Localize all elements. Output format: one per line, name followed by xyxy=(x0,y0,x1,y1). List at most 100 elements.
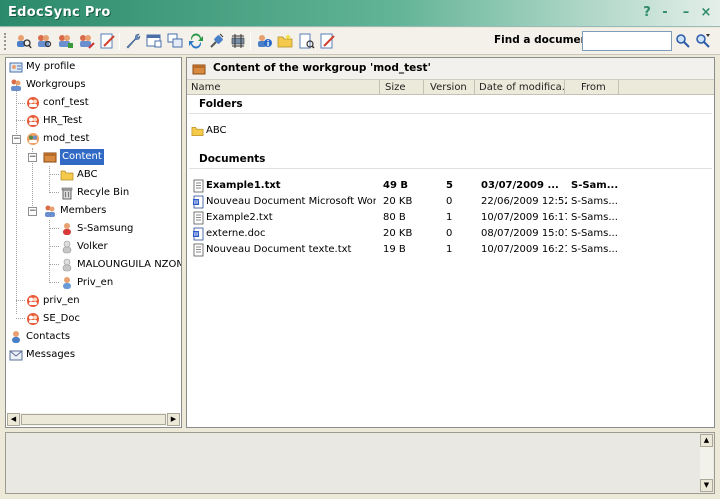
navigation-tree: My profile Workgroups conf_test HR_Test … xyxy=(5,57,182,428)
tree-line xyxy=(16,318,25,319)
tree-item-priv-en[interactable]: priv_en xyxy=(26,293,80,309)
find-document-input[interactable] xyxy=(582,31,672,51)
wrench-icon[interactable] xyxy=(124,32,142,50)
tree-item-label: HR_Test xyxy=(43,115,83,126)
document-from: S-Sam... xyxy=(571,180,619,191)
column-size[interactable]: Size xyxy=(380,80,424,95)
group-edit-icon[interactable] xyxy=(77,32,95,50)
group-add-icon[interactable] xyxy=(56,32,74,50)
user-blue-icon xyxy=(63,277,71,289)
document-row[interactable]: Wexterne.doc 20 KB 0 08/07/2009 15:01 S-Sams… xyxy=(187,226,714,242)
search-user-icon[interactable] xyxy=(14,32,32,50)
find-document-label: Find a document xyxy=(494,34,594,46)
tree-item-contacts[interactable]: Contacts xyxy=(9,329,70,345)
tree-item-hr-test[interactable]: HR_Test xyxy=(26,113,82,129)
text-file-icon xyxy=(193,243,204,257)
tree-line xyxy=(49,174,59,175)
tree-item-label: priv_en xyxy=(43,295,80,306)
tree-item-member-priv-en[interactable]: Priv_en xyxy=(60,275,113,291)
document-name: Nouveau Document Microsoft Wor... xyxy=(206,196,376,207)
window-icon[interactable] xyxy=(145,32,163,50)
edit-document-icon[interactable] xyxy=(98,32,116,50)
document-name: externe.doc xyxy=(206,228,266,239)
tree-item-my-profile[interactable]: My profile xyxy=(9,59,75,75)
document-version: 1 xyxy=(446,244,453,255)
document-size: 20 KB xyxy=(383,228,413,239)
column-version[interactable]: Version xyxy=(424,80,475,95)
edit-icon[interactable] xyxy=(318,32,336,50)
column-name[interactable]: Name xyxy=(187,80,380,95)
document-from: S-Sams... xyxy=(571,228,618,239)
search-group-icon[interactable] xyxy=(35,32,53,50)
user-info-icon[interactable] xyxy=(255,32,273,50)
tree-item-workgroups[interactable]: Workgroups xyxy=(9,77,86,93)
tree-item-member-volker[interactable]: Volker xyxy=(60,239,108,255)
tree-item-content[interactable]: Content xyxy=(43,149,104,165)
tree-item-member-malounguila[interactable]: MALOUNGUILA NZOM xyxy=(60,257,181,273)
tree-item-label: ABC xyxy=(77,169,98,180)
toolbar-grip[interactable] xyxy=(4,33,7,50)
column-from[interactable]: From xyxy=(565,80,619,95)
close-button[interactable]: × xyxy=(697,4,715,22)
restore-button[interactable]: – xyxy=(677,4,695,22)
scroll-thumb[interactable] xyxy=(21,414,166,425)
document-from: S-Sams... xyxy=(571,196,618,207)
network-icon[interactable] xyxy=(229,32,247,50)
toolbar-separator xyxy=(119,33,120,50)
content-panel: Content of the workgroup 'mod_test' Name… xyxy=(186,57,715,428)
scroll-left-arrow-icon[interactable]: ◀ xyxy=(7,413,20,426)
collapse-mod-test-toggle[interactable]: − xyxy=(12,135,21,144)
user-grey-icon xyxy=(62,258,72,272)
help-button[interactable]: ? xyxy=(638,4,656,22)
tree-item-members[interactable]: Members xyxy=(43,203,106,219)
members-icon xyxy=(45,205,55,217)
copy-windows-icon[interactable] xyxy=(166,32,184,50)
column-header: Name Size Version Date of modifica... Fr… xyxy=(187,80,714,95)
minimize-button[interactable]: - xyxy=(656,4,674,22)
sync-icon[interactable] xyxy=(187,32,205,50)
section-divider xyxy=(189,168,712,169)
tree-item-se-doc[interactable]: SE_Doc xyxy=(26,311,80,327)
plug-icon[interactable] xyxy=(208,32,226,50)
document-size: 49 B xyxy=(383,180,409,191)
collapse-content-toggle[interactable]: − xyxy=(28,153,37,162)
column-date[interactable]: Date of modifica... xyxy=(475,80,565,95)
tree-line xyxy=(16,103,25,104)
workgroup-icon xyxy=(27,295,39,307)
document-from: S-Sams... xyxy=(571,244,618,255)
tree-item-conf-test[interactable]: conf_test xyxy=(26,95,89,111)
svg-text:W: W xyxy=(194,232,199,238)
scroll-up-arrow-icon[interactable]: ▲ xyxy=(700,434,713,447)
tree-item-recycle-bin[interactable]: Recyle Bin xyxy=(60,185,129,201)
tree-item-label: Recyle Bin xyxy=(77,187,130,198)
documents-section-label: Documents xyxy=(199,153,266,165)
document-row[interactable]: Example1.txt 49 B 5 03/07/2009 ... S-Sam... xyxy=(187,178,714,194)
scroll-right-arrow-icon[interactable]: ▶ xyxy=(167,413,180,426)
tree-item-mod-test[interactable]: mod_test xyxy=(26,131,89,147)
document-row[interactable]: Nouveau Document texte.txt 19 B 1 10/07/200… xyxy=(187,242,714,258)
workgroup-icon xyxy=(27,97,39,109)
scroll-down-arrow-icon[interactable]: ▼ xyxy=(700,479,713,492)
document-date: 22/06/2009 12:52 xyxy=(481,196,567,207)
status-vertical-scrollbar[interactable]: ▲ ▼ xyxy=(700,434,713,492)
tree-horizontal-scrollbar[interactable]: ◀ ▶ xyxy=(7,413,180,426)
new-document-icon[interactable] xyxy=(297,32,315,50)
folder-row[interactable]: ABC xyxy=(187,123,714,139)
tree-item-label: Volker xyxy=(77,241,108,252)
search-icon[interactable] xyxy=(675,33,691,49)
tree-item-messages[interactable]: Messages xyxy=(9,347,75,363)
tree-item-label: mod_test xyxy=(43,133,90,144)
collapse-members-toggle[interactable]: − xyxy=(28,207,37,216)
document-name: Example1.txt xyxy=(206,180,281,191)
advanced-search-icon[interactable] xyxy=(695,33,711,49)
document-version: 1 xyxy=(446,212,453,223)
tree-item-abc[interactable]: ABC xyxy=(60,167,98,183)
text-file-icon xyxy=(193,179,204,193)
tree-item-label: S-Samsung xyxy=(77,223,134,234)
document-date: 03/07/2009 ... xyxy=(481,180,559,191)
document-row[interactable]: Example2.txt 80 B 1 10/07/2009 16:17 S-Sams.… xyxy=(187,210,714,226)
document-row[interactable]: W Nouveau Document Microsoft Wor... 20 KB 0… xyxy=(187,194,714,210)
tree-item-member-s-samsung[interactable]: S-Samsung xyxy=(60,221,133,237)
new-folder-icon[interactable] xyxy=(276,32,294,50)
group-icon xyxy=(11,79,21,91)
